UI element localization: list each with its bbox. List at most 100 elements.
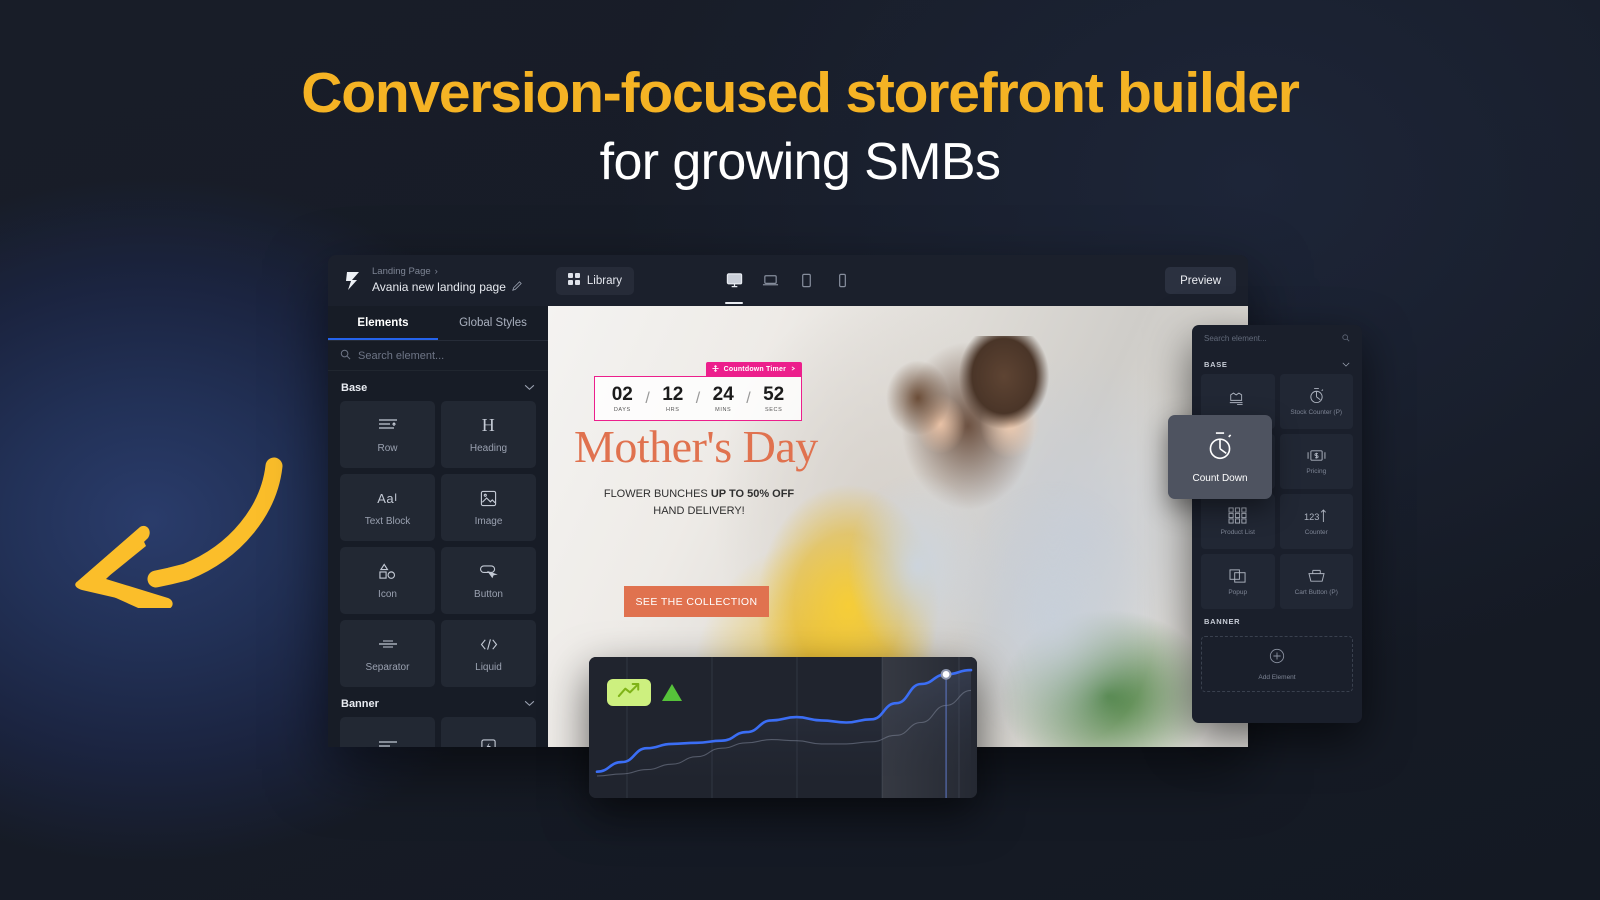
row-icon <box>378 415 398 435</box>
device-tablet-button[interactable] <box>795 267 817 295</box>
grid-icon <box>567 273 580 288</box>
floating-card-pricing[interactable]: Pricing <box>1279 434 1353 489</box>
floating-card-popup[interactable]: Popup <box>1201 554 1275 609</box>
row-icon <box>378 737 398 748</box>
floating-panel-section-banner-title: BANNER <box>1204 617 1241 626</box>
dragged-card-label: Count Down <box>1192 472 1248 484</box>
sidebar-search-placeholder: Search element... <box>358 349 445 362</box>
breadcrumb-page[interactable]: Avania new landing page <box>372 280 522 295</box>
floating-card-product-list[interactable]: Product List <box>1201 494 1275 549</box>
text-block-icon: Aa I <box>377 490 398 506</box>
library-button[interactable]: Library <box>555 266 635 295</box>
sidebar-search-input[interactable]: Search element... <box>328 341 548 371</box>
countdown-separator: / <box>645 389 650 407</box>
element-card-separator[interactable]: Separator <box>340 620 435 687</box>
pencil-icon[interactable] <box>512 280 522 295</box>
element-card-liquid-label: Liquid <box>475 662 502 673</box>
sidebar-tabs: Elements Global Styles <box>328 306 548 340</box>
hero-subtitle-prefix: FLOWER BUNCHES <box>603 488 711 500</box>
countdown-timer-box: 02 DAYS / 12 HRS / 24 MINS / 52 SECS <box>594 376 802 421</box>
chevron-right-icon: › <box>434 266 438 278</box>
element-card-separator-label: Separator <box>365 662 410 673</box>
device-laptop-button[interactable] <box>759 267 781 295</box>
chart-marker-dot <box>940 668 952 680</box>
image-icon <box>480 488 497 508</box>
countdown-secs-label: SECS <box>764 406 783 413</box>
countdown-days-label: DAYS <box>613 406 631 413</box>
heading-icon: H <box>481 414 496 435</box>
countdown-unit-hrs: 12 HRS <box>652 385 694 413</box>
device-desktop-button[interactable] <box>723 267 745 304</box>
preview-button-label: Preview <box>1180 274 1221 287</box>
button-icon <box>479 561 498 581</box>
countdown-timer-badge[interactable]: Countdown Timer <box>705 362 802 377</box>
preview-button[interactable]: Preview <box>1165 267 1236 294</box>
sidebar-section-banner-header[interactable]: Banner <box>328 687 548 717</box>
shapes-icon <box>378 561 397 581</box>
floating-panel-section-banner-header[interactable]: BANNER <box>1201 609 1353 631</box>
device-mobile-button[interactable] <box>831 267 853 295</box>
countdown-hrs-value: 12 <box>662 383 684 405</box>
dragged-count-down-card[interactable]: Count Down <box>1168 415 1272 499</box>
element-card-banner-row[interactable] <box>340 717 435 747</box>
grid-icon <box>1228 507 1247 524</box>
svg-text:123: 123 <box>1304 512 1319 522</box>
page-title: Avania new landing page <box>372 279 506 294</box>
stock-icon <box>1228 391 1248 407</box>
countdown-days-value: 02 <box>611 383 633 405</box>
floating-card-counter[interactable]: 123 Counter <box>1279 494 1353 549</box>
floating-card-pricing-label: Pricing <box>1306 468 1327 475</box>
countdown-timer-element[interactable]: Countdown Timer 02 DAYS / 12 HRS / 24 MI… <box>594 362 802 421</box>
countdown-unit-secs: 52 SECS <box>753 385 795 413</box>
element-card-text-block[interactable]: Aa I Text Block <box>340 474 435 541</box>
tab-global-styles[interactable]: Global Styles <box>438 306 548 340</box>
chart-up-triangle-icon <box>662 684 682 701</box>
element-card-heading-label: Heading <box>469 443 508 454</box>
badge-chevron-icon[interactable] <box>791 366 796 373</box>
element-card-button[interactable]: Button <box>441 547 536 614</box>
tab-elements[interactable]: Elements <box>328 306 438 340</box>
hero-subtitle-line2: HAND DELIVERY! <box>653 504 745 517</box>
countdown-mins-value: 24 <box>712 383 734 405</box>
floating-panel-search-input[interactable]: Search element... <box>1201 325 1353 352</box>
element-card-icon[interactable]: Icon <box>340 547 435 614</box>
sidebar-banner-grid <box>328 717 548 747</box>
app-topbar: Landing Page › Avania new landing page L… <box>328 255 1248 306</box>
breadcrumb-parent[interactable]: Landing Page › <box>372 266 522 278</box>
floating-card-cart-button[interactable]: Cart Button (P) <box>1279 554 1353 609</box>
tab-elements-label: Elements <box>357 317 409 329</box>
element-card-row[interactable]: Row <box>340 401 435 468</box>
breadcrumb[interactable]: Landing Page › Avania new landing page <box>372 266 522 295</box>
element-card-liquid[interactable]: Liquid <box>441 620 536 687</box>
floating-card-counter-label: Counter <box>1304 528 1328 536</box>
headline-line-2: for growing SMBs <box>599 132 1001 191</box>
add-element-button[interactable]: Add Element <box>1201 636 1353 692</box>
separator-icon <box>378 634 398 654</box>
floating-panel-section-base-title: BASE <box>1204 360 1228 369</box>
search-icon <box>340 349 351 363</box>
counter-123-icon: 123 <box>1304 508 1328 524</box>
chevron-down-icon[interactable] <box>1342 360 1350 369</box>
element-card-image-label: Image <box>474 516 503 527</box>
move-handle-icon[interactable] <box>712 365 719 374</box>
chevron-down-icon[interactable] <box>524 698 535 710</box>
money-icon <box>1307 448 1326 463</box>
see-the-collection-button[interactable]: SEE THE COLLECTION <box>624 586 769 617</box>
floating-panel-section-base-header[interactable]: BASE <box>1201 352 1353 374</box>
elements-sidebar: Elements Global Styles Search element...… <box>328 306 548 747</box>
yellow-curved-arrow-icon <box>60 448 285 616</box>
floating-card-cart-button-label: Cart Button (P) <box>1294 588 1338 596</box>
element-card-row-label: Row <box>377 443 398 454</box>
chart-trend-badge <box>607 679 651 706</box>
countdown-unit-mins: 24 MINS <box>702 385 744 413</box>
hero-title: Mother's Day <box>574 421 818 472</box>
element-card-banner-flash[interactable] <box>441 717 536 747</box>
floating-card-stock-counter[interactable]: Stock Counter (P) <box>1279 374 1353 429</box>
chevron-down-icon[interactable] <box>524 382 535 394</box>
sidebar-section-base-header[interactable]: Base <box>328 371 548 401</box>
element-card-image[interactable]: Image <box>441 474 536 541</box>
tab-global-styles-label: Global Styles <box>459 317 527 329</box>
flash-icon <box>480 737 497 747</box>
search-icon[interactable] <box>1342 333 1350 344</box>
element-card-heading[interactable]: H Heading <box>441 401 536 468</box>
